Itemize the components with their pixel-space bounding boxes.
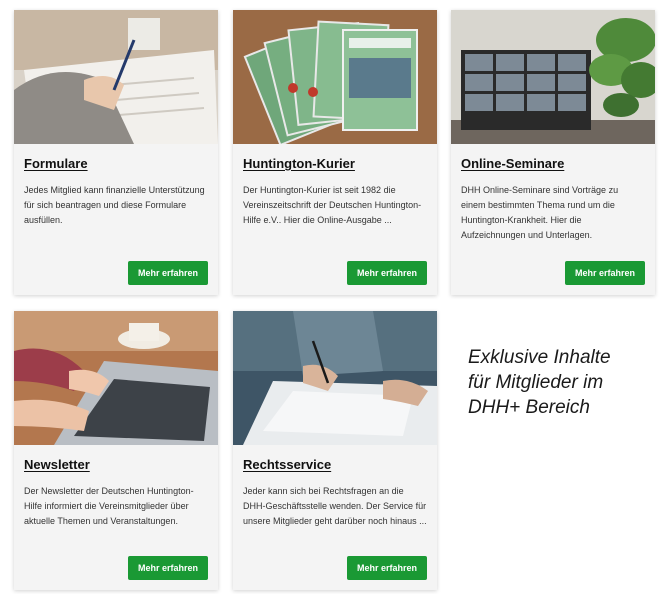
card-rechtsservice: Rechtsservice Jeder kann sich bei Rechts… [233,311,437,590]
card-description: Der Huntington-Kurier ist seit 1982 die … [243,185,422,225]
card-title[interactable]: Online-Seminare [461,156,645,171]
promo-line: für Mitglieder im [468,372,604,393]
card-title[interactable]: Newsletter [24,457,208,472]
card-description: Der Newsletter der Deutschen Huntington-… [24,486,194,526]
mehr-erfahren-button[interactable]: Mehr erfahren [346,556,427,580]
card-image-writing [14,10,218,144]
mehr-erfahren-button[interactable]: Mehr erfahren [346,261,427,285]
promo-text: Exklusive Inhalte für Mitglieder im DHH+… [468,345,653,420]
card-image-laptop [14,311,218,445]
card-image-signing-document [233,311,437,445]
mehr-erfahren-button[interactable]: Mehr erfahren [127,261,208,285]
card-image-video-call [451,10,655,144]
card-description: DHH Online-Seminare sind Vorträge zu ein… [461,185,619,240]
card-title[interactable]: Rechtsservice [243,457,427,472]
card-newsletter: Newsletter Der Newsletter der Deutschen … [14,311,218,590]
card-description: Jedes Mitglied kann finanzielle Unterstü… [24,185,205,225]
promo-line: DHH+ Bereich [468,397,590,418]
card-online-seminare: Online-Seminare DHH Online-Seminare sind… [451,10,655,295]
card-title[interactable]: Huntington-Kurier [243,156,427,171]
mehr-erfahren-button[interactable]: Mehr erfahren [127,556,208,580]
card-description: Jeder kann sich bei Rechtsfragen an die … [243,486,427,526]
promo-line: Exklusive Inhalte [468,347,611,368]
card-huntington-kurier: Huntington-Kurier Der Huntington-Kurier … [233,10,437,295]
card-formulare: Formulare Jedes Mitglied kann finanziell… [14,10,218,295]
card-image-magazines [233,10,437,144]
mehr-erfahren-button[interactable]: Mehr erfahren [564,261,645,285]
card-title[interactable]: Formulare [24,156,208,171]
